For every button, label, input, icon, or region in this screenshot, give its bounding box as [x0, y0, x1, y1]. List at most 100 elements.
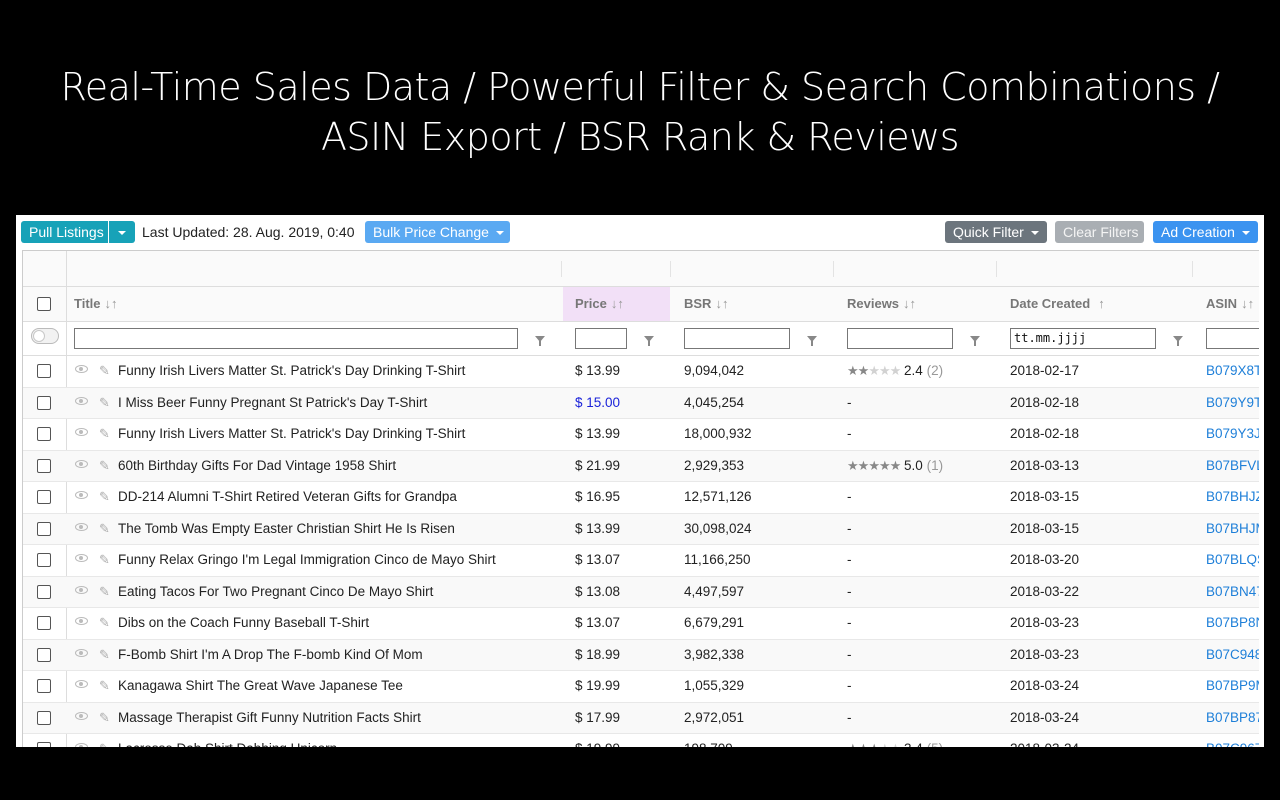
eye-icon[interactable]	[75, 365, 88, 373]
row-checkbox[interactable]	[37, 521, 51, 536]
asin-link[interactable]: B079X8T	[1206, 356, 1259, 386]
filter-icon[interactable]	[535, 336, 545, 346]
price-cell[interactable]: $ 13.99	[575, 419, 620, 449]
price-cell[interactable]: $ 17.99	[575, 703, 620, 733]
pencil-icon[interactable]: ✎	[99, 616, 110, 629]
asin-link[interactable]: B07C967	[1206, 734, 1259, 747]
pencil-icon[interactable]: ✎	[99, 364, 110, 377]
pull-listings-dropdown-toggle[interactable]	[109, 221, 135, 243]
eye-icon[interactable]	[75, 459, 88, 468]
reviews-cell: -	[847, 482, 852, 512]
column-divider	[670, 261, 671, 277]
row-checkbox[interactable]	[37, 584, 51, 599]
quick-filter-button[interactable]: Quick Filter	[945, 221, 1047, 243]
header-bsr[interactable]: BSR ↓↑	[684, 287, 728, 321]
eye-icon[interactable]	[75, 743, 88, 747]
clear-filters-button[interactable]: Clear Filters	[1055, 221, 1144, 243]
select-all-checkbox[interactable]	[37, 297, 51, 311]
filter-icon[interactable]	[644, 336, 654, 346]
sort-icon: ↓↑	[104, 296, 118, 311]
pencil-icon[interactable]: ✎	[99, 396, 110, 409]
pencil-icon[interactable]: ✎	[99, 711, 110, 724]
row-checkbox[interactable]	[37, 710, 51, 725]
bsr-filter-input[interactable]	[684, 328, 790, 349]
price-cell[interactable]: $ 16.95	[575, 482, 620, 512]
eye-icon[interactable]	[75, 680, 88, 688]
date-filter-input[interactable]: tt.mm.jjjj	[1010, 328, 1156, 349]
header-title[interactable]: Title ↓↑	[74, 287, 118, 321]
price-cell[interactable]: $ 19.99	[575, 734, 620, 747]
price-cell[interactable]: $ 13.99	[575, 514, 620, 544]
filter-icon[interactable]	[1173, 336, 1183, 346]
reviews-filter-input[interactable]	[847, 328, 953, 349]
row-checkbox[interactable]	[37, 647, 51, 662]
pull-listings-button[interactable]: Pull Listings	[21, 221, 108, 243]
asin-link[interactable]: B07BP87	[1206, 703, 1259, 733]
row-checkbox[interactable]	[37, 490, 51, 504]
pencil-icon[interactable]: ✎	[99, 553, 110, 566]
eye-icon[interactable]	[75, 396, 88, 405]
price-cell[interactable]: $ 13.99	[575, 356, 620, 386]
price-cell[interactable]: $ 21.99	[575, 451, 620, 481]
eye-icon[interactable]	[75, 585, 88, 594]
asin-link[interactable]: B07BP8N	[1206, 608, 1259, 638]
row-checkbox[interactable]	[37, 553, 51, 567]
pencil-icon[interactable]: ✎	[99, 648, 110, 661]
pencil-icon[interactable]: ✎	[99, 679, 110, 692]
ad-creation-button[interactable]: Ad Creation	[1153, 221, 1258, 243]
asin-link[interactable]: B07BLQS	[1206, 545, 1259, 575]
pencil-icon[interactable]: ✎	[99, 459, 110, 472]
asin-link[interactable]: B07BHJM	[1206, 514, 1259, 544]
row-checkbox[interactable]	[37, 427, 51, 441]
pencil-icon[interactable]: ✎	[99, 742, 110, 747]
price-cell[interactable]: $ 15.00	[575, 388, 620, 418]
price-cell[interactable]: $ 18.99	[575, 640, 620, 670]
header-price[interactable]: Price ↓↑	[575, 287, 624, 321]
filter-toggle-switch[interactable]	[31, 328, 59, 344]
asin-link[interactable]: B07C948	[1206, 640, 1259, 670]
row-checkbox[interactable]	[37, 616, 51, 630]
asin-link[interactable]: B07BP9M	[1206, 671, 1259, 701]
star-rating-icon: ★★★★★	[847, 741, 901, 747]
row-checkbox[interactable]	[37, 679, 51, 693]
price-cell[interactable]: $ 13.07	[575, 608, 620, 638]
price-cell[interactable]: $ 13.07	[575, 545, 620, 575]
row-checkbox[interactable]	[37, 395, 51, 410]
price-cell[interactable]: $ 19.99	[575, 671, 620, 701]
pencil-icon[interactable]: ✎	[99, 585, 110, 598]
pencil-icon[interactable]: ✎	[99, 427, 110, 440]
listings-panel: Pull Listings Last Updated: 28. Aug. 201…	[16, 215, 1264, 747]
row-checkbox[interactable]	[37, 742, 51, 747]
row-checkbox[interactable]	[37, 458, 51, 473]
bulk-price-change-button[interactable]: Bulk Price Change	[365, 221, 510, 243]
headline: Real-Time Sales Data / Powerful Filter &…	[60, 65, 1220, 159]
pencil-icon[interactable]: ✎	[99, 490, 110, 503]
eye-icon[interactable]	[75, 554, 88, 562]
eye-icon[interactable]	[75, 648, 88, 657]
price-filter-input[interactable]	[575, 328, 627, 349]
asin-link[interactable]: B07BN47	[1206, 577, 1259, 607]
asin-link[interactable]: B079Y3J	[1206, 419, 1259, 449]
header-date-created[interactable]: Date Created ↑	[1010, 287, 1105, 321]
eye-icon[interactable]	[75, 491, 88, 499]
filter-icon[interactable]	[970, 336, 980, 346]
asin-link[interactable]: B07BFVL	[1206, 451, 1259, 481]
star-rating-icon: ★★★★★	[847, 457, 901, 473]
pencil-icon[interactable]: ✎	[99, 522, 110, 535]
asin-link[interactable]: B07BHJZ	[1206, 482, 1259, 512]
title-filter-input[interactable]	[74, 328, 518, 349]
header-reviews[interactable]: Reviews ↓↑	[847, 287, 916, 321]
header-price-label: Price	[575, 296, 607, 311]
eye-icon[interactable]	[75, 522, 88, 531]
asin-filter-input[interactable]	[1206, 328, 1259, 349]
reviews-value: -	[847, 552, 852, 567]
eye-icon[interactable]	[75, 428, 88, 436]
asin-link[interactable]: B079Y9T	[1206, 388, 1259, 418]
row-checkbox[interactable]	[37, 364, 51, 378]
eye-icon[interactable]	[75, 617, 88, 625]
eye-icon[interactable]	[75, 711, 88, 720]
header-asin[interactable]: ASIN ↓↑	[1206, 287, 1254, 321]
filter-icon[interactable]	[807, 336, 817, 346]
bsr-cell: 9,094,042	[684, 363, 745, 378]
price-cell[interactable]: $ 13.08	[575, 577, 620, 607]
